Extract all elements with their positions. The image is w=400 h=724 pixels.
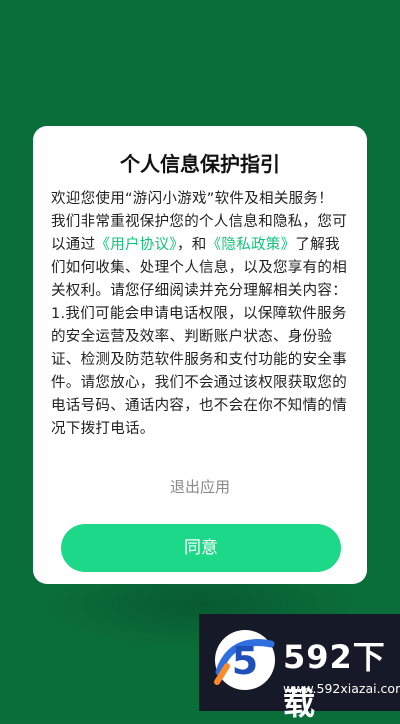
policy-paragraph: 我们非常重视保护您的个人信息和隐私，您可以通过《用户协议》，和《隐私政策》了解我… (51, 211, 351, 303)
privacy-dialog: 个人信息保护指引 欢迎您使用“游闪小游戏”软件及相关服务！ 我们非常重视保护您的… (33, 126, 367, 584)
privacy-policy-link[interactable]: 《隐私政策》 (207, 237, 296, 253)
site-logo-icon: 5 (214, 630, 275, 690)
logo-digit: 5 (232, 639, 258, 683)
watermark-url: www.592xiazai.com (283, 681, 400, 696)
intro-paragraph: 欢迎您使用“游闪小游戏”软件及相关服务！ (51, 191, 334, 207)
watermark-badge: 5 592下载 www.592xiazai.com (199, 614, 400, 722)
agree-button[interactable]: 同意 (61, 524, 341, 572)
watermark-title: 592下载 (283, 638, 386, 722)
exit-app-button[interactable]: 退出应用 (33, 476, 367, 497)
policy-text-b: ，和 (176, 237, 207, 253)
dialog-title: 个人信息保护指引 (120, 152, 280, 176)
user-agreement-link[interactable]: 《用户协议》 (95, 237, 177, 253)
policy-text: 欢迎您使用“游闪小游戏”软件及相关服务！ 我们非常重视保护您的个人信息和隐私，您… (51, 188, 351, 452)
dialog-content[interactable]: 欢迎您使用“游闪小游戏”软件及相关服务！ 我们非常重视保护您的个人信息和隐私，您… (51, 188, 351, 576)
permission-item-1: 1.我们可能会申请电话权限，以保障软件服务的安全运营及效率、判断账户状态、身份验… (51, 306, 347, 437)
